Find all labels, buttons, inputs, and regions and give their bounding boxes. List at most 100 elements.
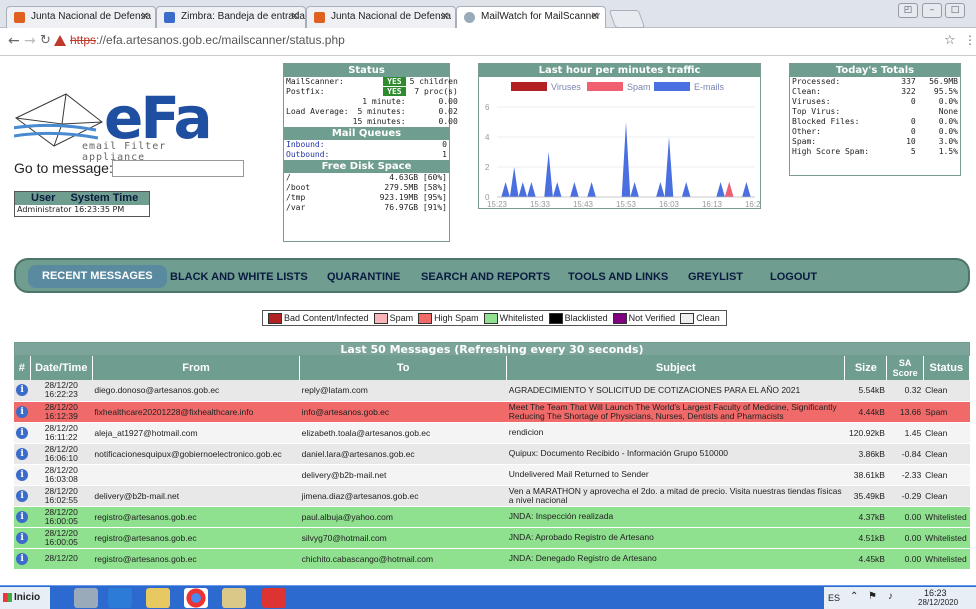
message-to: reply@latam.com — [299, 380, 507, 402]
totals-value: 3.0% — [938, 137, 958, 146]
totals-count: 0 — [910, 97, 916, 106]
back-arrow-icon[interactable]: ← — [8, 33, 20, 49]
message-status: Whitelisted — [923, 527, 970, 549]
start-button[interactable]: Inicio — [0, 587, 50, 609]
clock-time[interactable]: 16:23 — [924, 588, 947, 598]
tray-chevron-icon[interactable]: ⌃ — [850, 591, 858, 602]
message-to: delivery@b2b-mail.net — [299, 464, 507, 486]
close-tab-icon[interactable]: ✕ — [441, 11, 449, 22]
nav-recent-messages[interactable]: RECENT MESSAGES — [28, 265, 167, 288]
message-row[interactable]: i 28/12/20 16:06:10 notificacionesquipux@go… — [14, 443, 970, 465]
message-from: registro@artesanos.gob.ec — [92, 506, 300, 528]
windows-logo-icon — [3, 593, 12, 602]
col-header[interactable]: Date/Time — [30, 356, 93, 380]
nav-tools-links[interactable]: TOOLS AND LINKS — [568, 271, 668, 283]
info-icon[interactable]: i — [16, 468, 29, 481]
url-field[interactable]: https://efa.artesanos.gob.ec/mailscanner… — [70, 33, 345, 47]
bookmark-star-icon[interactable]: ☆ — [944, 33, 956, 48]
nav-black-white-lists[interactable]: BLACK AND WHITE LISTS — [170, 271, 308, 283]
network-icon[interactable]: ⚑ — [868, 591, 877, 602]
load-average-label: Load Average: — [286, 107, 349, 116]
totals-row: Other: 0 0.0% — [790, 127, 960, 137]
message-from: notificacionesquipux@gobiernoelectronico… — [92, 443, 300, 465]
message-row[interactable]: i 28/12/20 16:00:05 registro@artesanos.gob.… — [14, 527, 970, 549]
new-tab-button[interactable] — [608, 10, 646, 28]
close-tab-icon[interactable]: ✕ — [141, 11, 149, 22]
message-sa-score: 0.00 — [886, 527, 924, 549]
message-row[interactable]: i 28/12/20 registro@artesanos.gob.ec chichi… — [14, 548, 970, 570]
info-icon[interactable]: i — [16, 384, 29, 397]
load-5min-value: 0.02 — [438, 107, 458, 116]
message-sa-score: -0.84 — [886, 443, 924, 465]
app-icon[interactable] — [222, 588, 246, 608]
message-row[interactable]: i 28/12/20 16:22:23 diego.donoso@artesanos.… — [14, 380, 970, 402]
info-icon[interactable]: i — [16, 489, 29, 502]
col-header[interactable]: From — [92, 356, 301, 380]
menu-kebab-icon[interactable]: ⋮ — [964, 33, 976, 47]
maximize-icon[interactable]: □ — [945, 3, 965, 18]
postfix-state-badge: YES — [383, 87, 406, 96]
nav-search-reports[interactable]: SEARCH AND REPORTS — [421, 271, 550, 283]
totals-value: 1.5% — [938, 147, 958, 156]
message-to: silvyg70@hotmail.com — [299, 527, 507, 549]
totals-table: Processed: 337 56.9MB Clean: 322 95.5% Viruses… — [790, 77, 960, 157]
message-status: Clean — [923, 380, 970, 402]
col-header[interactable]: To — [299, 356, 508, 380]
todays-totals-panel: Today's Totals Processed: 337 56.9MB Clean:… — [789, 63, 961, 176]
info-icon[interactable]: i — [16, 510, 29, 523]
disk-space-table: / 4.63GB [60%] /boot 279.5MB [58%] /tmp 923… — [284, 173, 449, 213]
windows-taskbar: Inicio ES ⌃ ⚑ ♪ 16:23 28/12/2020 — [0, 585, 976, 609]
totals-count: 5 — [910, 147, 916, 156]
nav-greylist[interactable]: GREYLIST — [688, 271, 743, 283]
close-tab-icon[interactable]: ✕ — [591, 11, 599, 22]
col-header[interactable]: Status — [923, 356, 971, 380]
info-icon[interactable]: i — [16, 531, 29, 544]
info-icon[interactable]: i — [16, 426, 29, 439]
chrome-icon[interactable] — [184, 588, 208, 608]
system-tray: ES ⌃ ⚑ ♪ 16:23 28/12/2020 — [824, 587, 976, 609]
url-scheme: https — [70, 33, 97, 47]
nav-quarantine[interactable]: QUARANTINE — [327, 271, 400, 283]
volume-icon[interactable]: ♪ — [888, 591, 893, 602]
browser-tab-4[interactable]: MailWatch for MailScanner ✕ — [456, 6, 606, 29]
message-subject: Meet The Team That Will Launch The World… — [506, 401, 845, 423]
message-row[interactable]: i 28/12/20 16:00:05 registro@artesanos.gob.… — [14, 506, 970, 528]
nav-logout[interactable]: LOGOUT — [770, 271, 817, 283]
message-status: Whitelisted — [923, 548, 970, 570]
goto-message-input[interactable] — [112, 160, 244, 177]
message-row[interactable]: i 28/12/20 16:03:08 delivery@b2b-mail.net Un… — [14, 464, 970, 486]
message-to: elizabeth.toala@artesanos.gob.ec — [299, 422, 507, 444]
browser-tab-1[interactable]: Junta Nacional de Defensa ✕ — [6, 6, 156, 28]
col-header[interactable]: Size — [844, 356, 888, 380]
info-icon[interactable]: i — [16, 405, 29, 418]
browser-tab-3[interactable]: Junta Nacional de Defensa ✕ — [306, 6, 456, 28]
info-icon[interactable]: i — [16, 447, 29, 460]
col-header[interactable]: Subject — [506, 356, 846, 380]
minimize-icon[interactable]: – — [922, 3, 942, 18]
message-row[interactable]: i 28/12/20 16:12:39 fixhealthcare20201228@f… — [14, 401, 970, 423]
disk-mount: / — [286, 173, 291, 182]
legend-label: Clean — [696, 313, 720, 323]
col-header[interactable]: # — [14, 356, 31, 380]
info-icon[interactable]: i — [16, 552, 29, 565]
close-tab-icon[interactable]: ✕ — [291, 11, 299, 22]
totals-value: 56.9MB — [929, 77, 958, 86]
language-indicator[interactable]: ES — [828, 593, 840, 603]
anydesk-icon[interactable] — [262, 588, 286, 608]
computer-icon[interactable] — [74, 588, 98, 608]
message-row[interactable]: i 28/12/20 16:02:55 delivery@b2b-mail.net ji… — [14, 485, 970, 507]
folder-icon[interactable] — [146, 588, 170, 608]
browser-tab-2[interactable]: Zimbra: Bandeja de entrada ✕ — [156, 6, 306, 28]
reload-icon[interactable]: ↻ — [40, 33, 51, 48]
clock-date[interactable]: 28/12/2020 — [918, 598, 958, 607]
disk-free: 76.97GB [91%] — [384, 203, 447, 212]
col-header[interactable]: SA Score — [886, 356, 924, 380]
message-sa-score: -0.29 — [886, 485, 924, 507]
message-row[interactable]: i 28/12/20 16:11:22 aleja_at1927@hotmail.co… — [14, 422, 970, 444]
user-icon[interactable]: ◰ — [898, 3, 918, 18]
outlook-icon[interactable] — [108, 588, 132, 608]
inbound-link[interactable]: Inbound: — [284, 140, 423, 150]
forward-arrow-icon[interactable]: → — [24, 33, 36, 49]
message-sa-score: 0.32 — [886, 380, 924, 402]
outbound-link[interactable]: Outbound: — [284, 150, 423, 160]
